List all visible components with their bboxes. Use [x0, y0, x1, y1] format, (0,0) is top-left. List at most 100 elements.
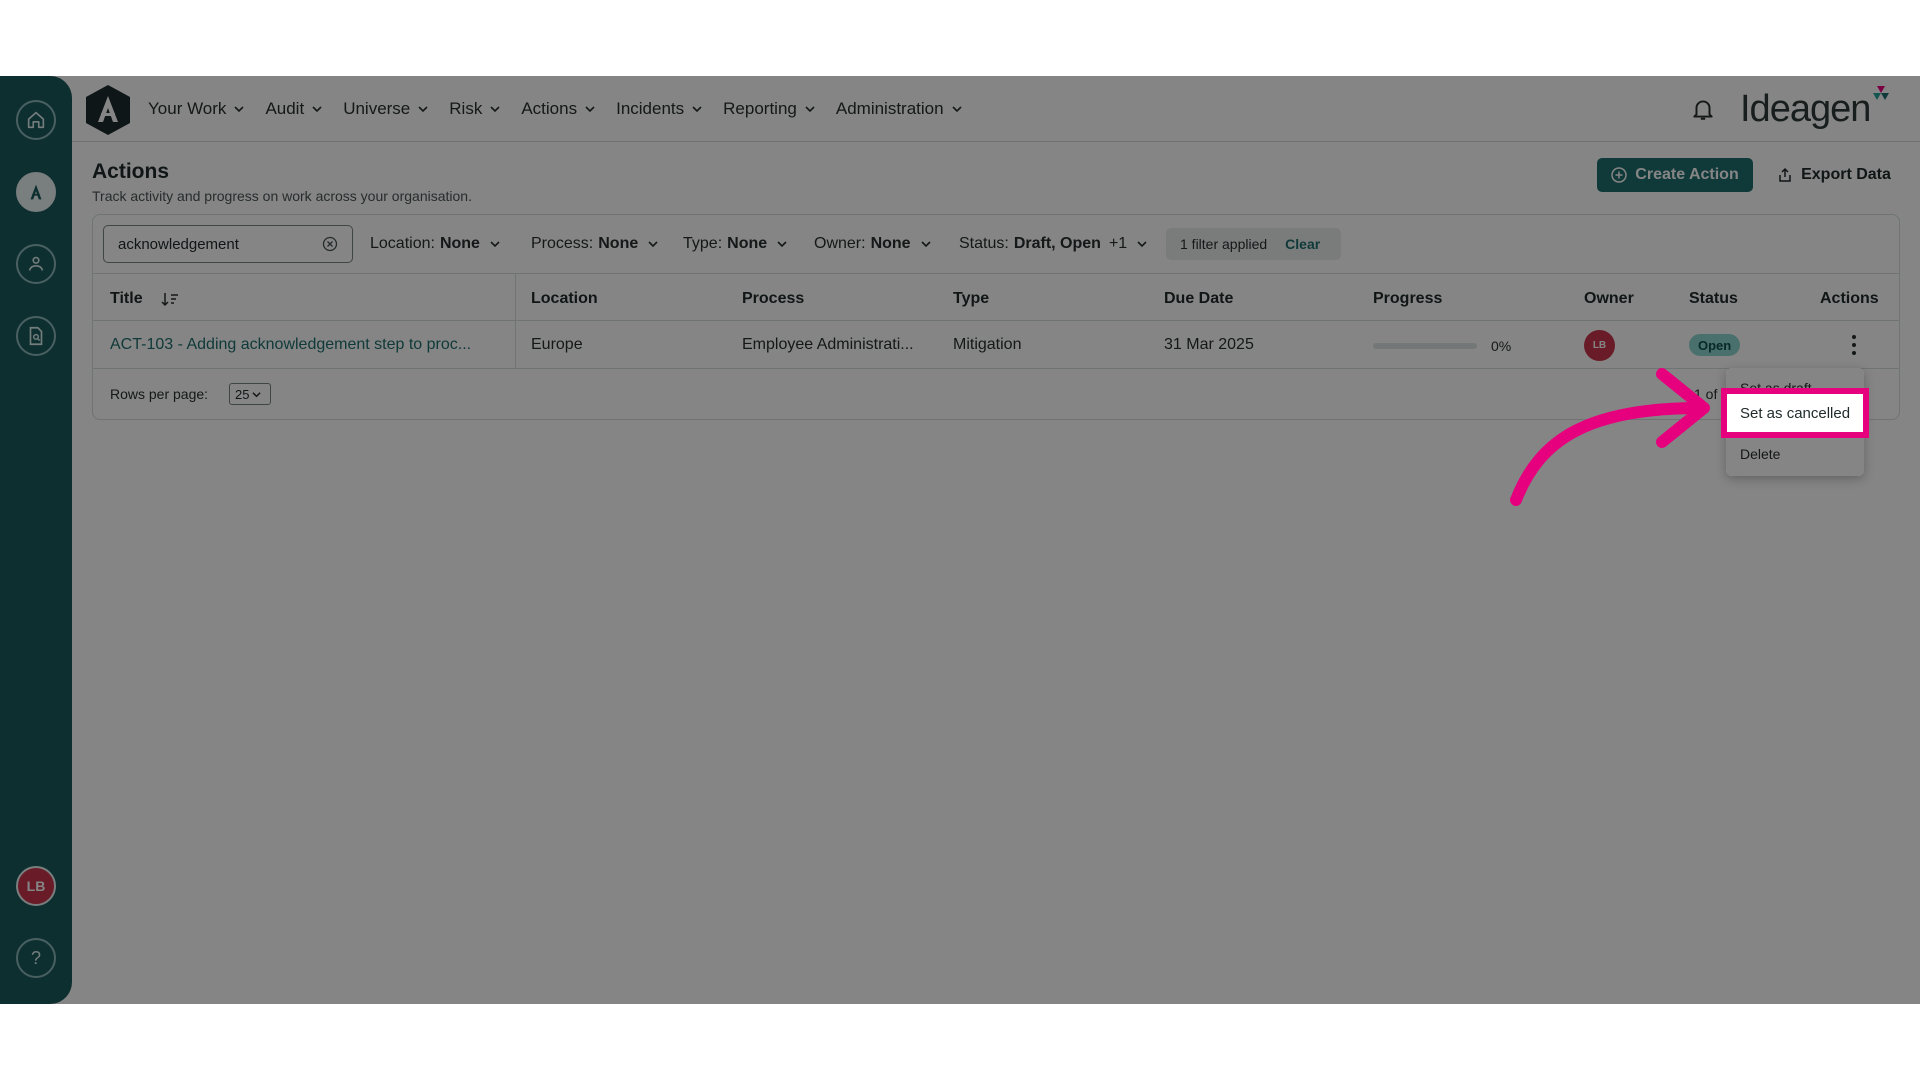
chevron-down-icon: [490, 241, 500, 248]
chevron-down-icon: [648, 241, 658, 248]
rows-per-page-label: Rows per page:: [110, 386, 209, 402]
home-icon[interactable]: [16, 100, 56, 140]
table-header: Title Location Process Type Due Date Pro…: [93, 273, 1899, 321]
chevron-down-icon: [312, 106, 322, 113]
column-label: Title: [110, 290, 143, 307]
filter-extra-count: +1: [1108, 235, 1128, 252]
callout-arrow-icon: [1510, 368, 1710, 506]
help-icon[interactable]: ?: [16, 938, 56, 978]
filters-applied-text: 1 filter applied: [1180, 236, 1268, 252]
export-data-label: Export Data: [1801, 166, 1891, 183]
chevron-down-icon: [252, 391, 262, 397]
filter-label: Status:: [959, 235, 1009, 252]
nav-reporting[interactable]: Reporting: [723, 99, 815, 119]
filter-value: Draft, Open: [1013, 235, 1101, 252]
owner-filter[interactable]: Owner: None: [814, 235, 931, 253]
filter-value: None: [598, 235, 639, 252]
nav-risk[interactable]: Risk: [449, 99, 500, 119]
create-action-button[interactable]: Create Action: [1597, 158, 1753, 192]
nav-your-work[interactable]: Your Work: [148, 99, 245, 119]
filter-value: None: [439, 235, 480, 252]
rows-per-page-select[interactable]: 25: [229, 383, 271, 405]
column-header-due-date[interactable]: Due Date: [1164, 290, 1233, 308]
chevron-down-icon: [805, 106, 815, 113]
chevron-down-icon: [234, 106, 245, 113]
team-icon[interactable]: [16, 244, 56, 284]
location-filter[interactable]: Location: None: [370, 235, 500, 253]
top-navigation: Your Work Audit Universe Risk Actions In…: [72, 76, 1920, 142]
column-header-process[interactable]: Process: [742, 290, 804, 308]
page-title: Actions: [92, 160, 170, 183]
column-header-title[interactable]: Title: [110, 290, 179, 308]
filters-applied-badge: 1 filter applied Clear: [1166, 228, 1341, 260]
nav-label: Reporting: [723, 99, 797, 118]
export-icon: [1779, 167, 1791, 182]
column-header-owner[interactable]: Owner: [1584, 290, 1634, 308]
brand-logo: Ideagen: [1740, 87, 1871, 130]
filter-label: Owner:: [814, 235, 866, 252]
nav-audit[interactable]: Audit: [265, 99, 322, 119]
nav-label: Your Work: [148, 99, 227, 118]
nav-administration[interactable]: Administration: [836, 99, 962, 119]
column-header-status[interactable]: Status: [1689, 290, 1738, 308]
app-logo-icon[interactable]: [84, 84, 132, 136]
chevron-down-icon: [418, 106, 428, 113]
sort-icon[interactable]: [161, 291, 179, 307]
chevron-down-icon: [777, 241, 787, 248]
column-header-type[interactable]: Type: [953, 290, 989, 308]
more-actions-icon[interactable]: [1844, 333, 1864, 357]
type-filter[interactable]: Type: None: [683, 235, 787, 253]
column-header-location[interactable]: Location: [531, 290, 598, 308]
create-action-label: Create Action: [1635, 166, 1739, 183]
menu-item-set-as-cancelled[interactable]: Set as cancelled: [1721, 388, 1869, 438]
nav-label: Universe: [343, 99, 411, 118]
cell-type: Mitigation: [953, 336, 1022, 353]
menu-item-delete[interactable]: Delete: [1740, 446, 1780, 462]
brand-mark-icon: [1873, 86, 1889, 100]
filter-value: None: [870, 235, 911, 252]
filter-label: Type:: [683, 235, 723, 252]
document-search-icon[interactable]: [16, 316, 56, 356]
cell-progress-text: 0%: [1491, 338, 1512, 354]
table-row[interactable]: ACT-103 - Adding acknowledgement step to…: [93, 321, 1899, 369]
page-subtitle: Track activity and progress on work acro…: [92, 188, 472, 204]
nav-universe[interactable]: Universe: [343, 99, 428, 119]
nav-label: Actions: [521, 99, 578, 118]
bell-icon[interactable]: [1690, 96, 1716, 122]
nav-label: Audit: [265, 99, 305, 118]
filter-label: Location:: [370, 235, 435, 252]
nav-label: Risk: [449, 99, 483, 118]
search-value: acknowledgement: [118, 235, 239, 253]
search-input[interactable]: acknowledgement: [103, 225, 353, 263]
filter-value: None: [727, 235, 768, 252]
nav-actions[interactable]: Actions: [521, 99, 595, 119]
nav-incidents[interactable]: Incidents: [616, 99, 702, 119]
nav-label: Incidents: [616, 99, 685, 118]
cell-due-date: 31 Mar 2025: [1164, 336, 1254, 353]
filter-label: Process:: [531, 235, 594, 252]
plus-circle-icon: [1611, 167, 1628, 183]
clear-filters-link[interactable]: Clear: [1285, 236, 1320, 252]
nav-menu: Your Work Audit Universe Risk Actions In…: [148, 76, 983, 142]
status-filter[interactable]: Status: Draft, Open +1: [959, 235, 1147, 253]
export-data-button[interactable]: Export Data: [1764, 158, 1904, 192]
owner-avatar: LB: [1584, 330, 1615, 361]
chevron-down-icon: [585, 106, 595, 113]
status-badge: Open: [1689, 334, 1741, 356]
chevron-down-icon: [692, 106, 702, 113]
chevron-down-icon: [952, 106, 962, 113]
chevron-down-icon: [921, 241, 931, 248]
column-header-actions: Actions: [1820, 290, 1879, 307]
column-header-progress[interactable]: Progress: [1373, 290, 1442, 308]
rows-per-page-value: 25: [235, 386, 250, 402]
avatar[interactable]: LB: [16, 866, 56, 906]
action-title-link[interactable]: ACT-103 - Adding acknowledgement step to…: [110, 336, 471, 354]
progress-bar: [1373, 343, 1477, 349]
cell-process: Employee Administrati...: [742, 336, 914, 353]
app-nav-icon[interactable]: [16, 172, 56, 212]
filter-bar: acknowledgement Location: None Process: No…: [93, 215, 1899, 273]
chevron-down-icon: [490, 106, 500, 113]
nav-label: Administration: [835, 99, 944, 118]
clear-search-icon[interactable]: [322, 236, 338, 252]
process-filter[interactable]: Process: None: [531, 235, 658, 253]
